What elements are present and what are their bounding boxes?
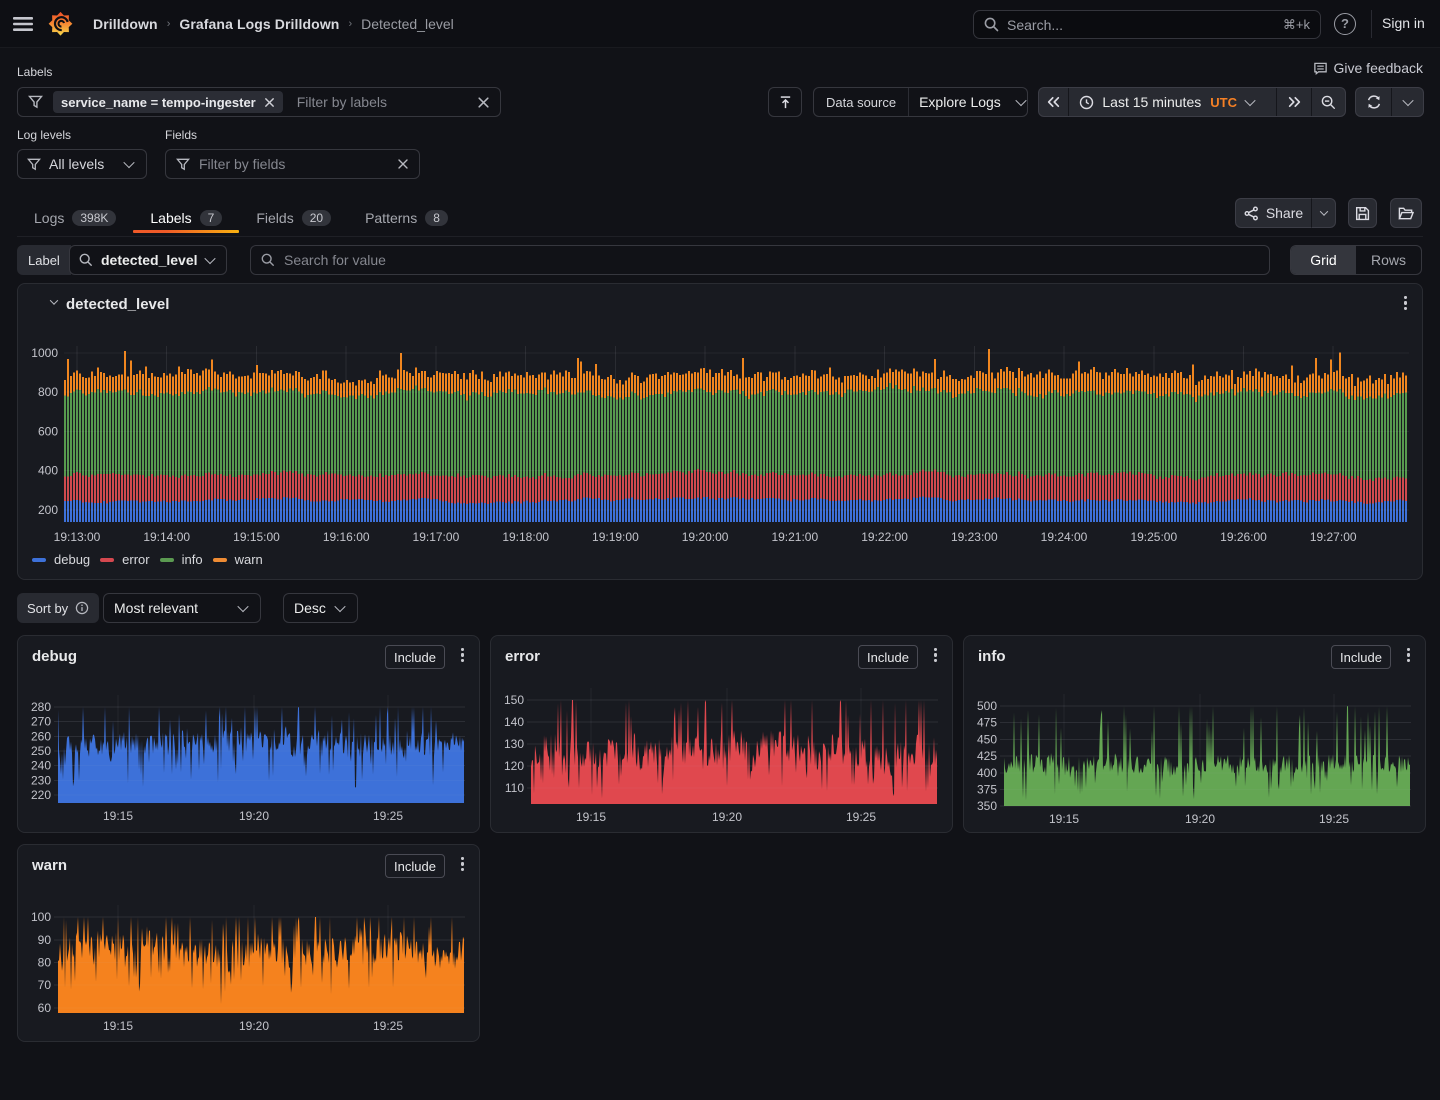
svg-text:600: 600 bbox=[38, 424, 58, 438]
svg-text:90: 90 bbox=[38, 933, 52, 947]
svg-text:150: 150 bbox=[504, 693, 524, 707]
svg-text:19:20: 19:20 bbox=[1185, 812, 1215, 826]
svg-text:230: 230 bbox=[31, 773, 51, 787]
svg-text:19:21:00: 19:21:00 bbox=[771, 530, 818, 544]
svg-text:200: 200 bbox=[38, 503, 58, 517]
svg-text:19:23:00: 19:23:00 bbox=[951, 530, 998, 544]
svg-text:19:16:00: 19:16:00 bbox=[323, 530, 370, 544]
svg-text:500: 500 bbox=[977, 699, 997, 713]
svg-text:19:18:00: 19:18:00 bbox=[502, 530, 549, 544]
svg-text:19:20: 19:20 bbox=[239, 809, 269, 823]
svg-text:19:17:00: 19:17:00 bbox=[413, 530, 460, 544]
svg-text:19:27:00: 19:27:00 bbox=[1310, 530, 1357, 544]
svg-text:19:25: 19:25 bbox=[373, 809, 403, 823]
svg-text:400: 400 bbox=[977, 766, 997, 780]
svg-text:60: 60 bbox=[38, 1001, 52, 1015]
svg-text:270: 270 bbox=[31, 715, 51, 729]
svg-text:375: 375 bbox=[977, 783, 997, 797]
svg-text:19:22:00: 19:22:00 bbox=[861, 530, 908, 544]
svg-text:19:15: 19:15 bbox=[103, 1019, 133, 1033]
svg-text:110: 110 bbox=[505, 781, 524, 795]
svg-text:100: 100 bbox=[31, 910, 51, 924]
svg-text:19:20: 19:20 bbox=[712, 810, 742, 824]
svg-text:450: 450 bbox=[977, 732, 997, 746]
svg-text:800: 800 bbox=[38, 385, 58, 399]
svg-text:19:25: 19:25 bbox=[1319, 812, 1349, 826]
svg-text:19:15: 19:15 bbox=[1049, 812, 1079, 826]
svg-text:19:20: 19:20 bbox=[239, 1019, 269, 1033]
svg-text:80: 80 bbox=[38, 956, 52, 970]
svg-text:400: 400 bbox=[38, 464, 58, 478]
svg-text:19:25: 19:25 bbox=[373, 1019, 403, 1033]
svg-text:425: 425 bbox=[977, 749, 997, 763]
svg-text:1000: 1000 bbox=[31, 346, 58, 360]
svg-text:19:15:00: 19:15:00 bbox=[233, 530, 280, 544]
svg-text:250: 250 bbox=[31, 744, 51, 758]
svg-text:350: 350 bbox=[977, 799, 997, 813]
svg-text:19:15: 19:15 bbox=[576, 810, 606, 824]
svg-text:260: 260 bbox=[31, 729, 51, 743]
svg-text:19:13:00: 19:13:00 bbox=[54, 530, 101, 544]
svg-text:19:15: 19:15 bbox=[103, 809, 133, 823]
svg-text:280: 280 bbox=[31, 700, 51, 714]
svg-text:70: 70 bbox=[38, 978, 52, 992]
svg-text:19:25: 19:25 bbox=[846, 810, 876, 824]
svg-text:19:14:00: 19:14:00 bbox=[143, 530, 190, 544]
svg-text:220: 220 bbox=[31, 788, 51, 802]
svg-text:19:20:00: 19:20:00 bbox=[682, 530, 729, 544]
svg-text:19:19:00: 19:19:00 bbox=[592, 530, 639, 544]
svg-text:120: 120 bbox=[504, 759, 524, 773]
svg-text:240: 240 bbox=[31, 759, 51, 773]
svg-text:130: 130 bbox=[504, 737, 524, 751]
svg-text:19:24:00: 19:24:00 bbox=[1041, 530, 1088, 544]
svg-text:19:26:00: 19:26:00 bbox=[1220, 530, 1267, 544]
svg-text:19:25:00: 19:25:00 bbox=[1130, 530, 1177, 544]
svg-text:475: 475 bbox=[977, 716, 997, 730]
svg-text:140: 140 bbox=[504, 715, 524, 729]
